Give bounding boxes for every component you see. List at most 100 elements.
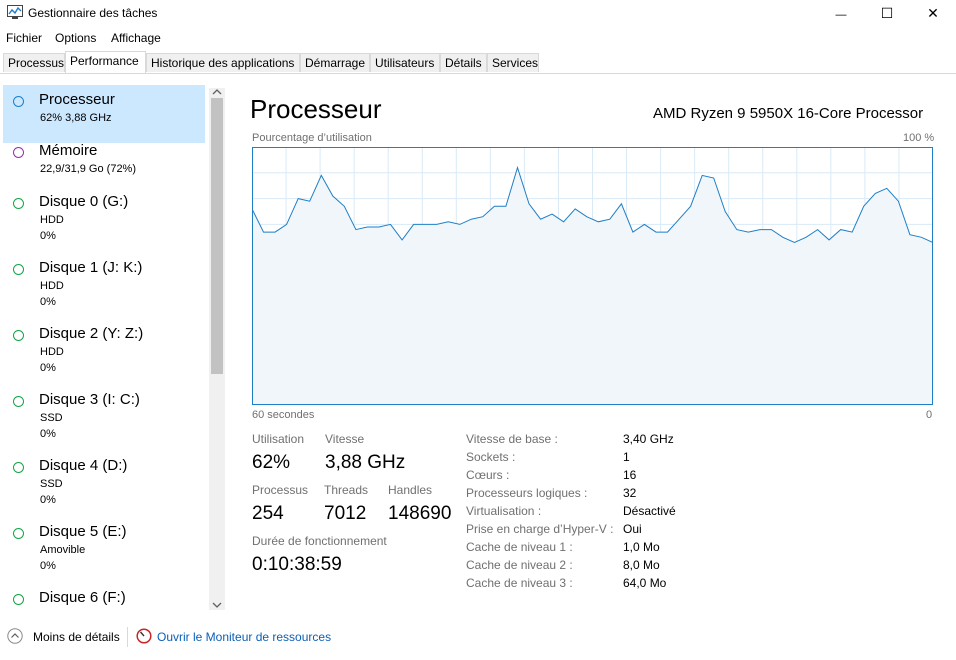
resource-memoire[interactable]: Mémoire 22,9/31,9 Go (72%) xyxy=(3,136,205,194)
spec-label: Virtualisation : xyxy=(466,504,542,518)
handles-value: 148690 xyxy=(388,503,452,524)
resource-type: HDD xyxy=(40,346,64,358)
resource-processeur[interactable]: Processeur 62% 3,88 GHz xyxy=(3,85,205,143)
scroll-down-icon[interactable] xyxy=(212,601,222,609)
scroll-up-icon[interactable] xyxy=(212,88,222,96)
spec-value: 1,0 Mo xyxy=(623,540,660,554)
resource-name: Mémoire xyxy=(39,142,98,159)
processeur-graph-icon xyxy=(13,96,24,107)
less-details-button[interactable]: Moins de détails xyxy=(33,630,120,644)
disque-graph-icon xyxy=(13,396,24,407)
threads-label: Threads xyxy=(324,483,369,497)
resource-name: Disque 5 (E:) xyxy=(39,523,127,540)
scrollbar-thumb[interactable] xyxy=(211,98,223,374)
spec-label: Sockets : xyxy=(466,450,516,464)
spec-label: Cœurs : xyxy=(466,468,510,482)
resource-monitor-link[interactable]: Ouvrir le Moniteur de ressources xyxy=(157,630,331,644)
resource-detail: 22,9/31,9 Go (72%) xyxy=(40,163,137,175)
graph-zero-label: 0 xyxy=(926,409,933,421)
spec-label: Cache de niveau 3 : xyxy=(466,576,573,590)
resource-type: HDD xyxy=(40,214,64,226)
resource-usage: 0% xyxy=(40,494,56,506)
task-manager-icon xyxy=(7,5,23,19)
uptime-label: Durée de fonctionnement xyxy=(252,534,387,548)
resource-detail: 62% 3,88 GHz xyxy=(40,112,112,124)
resource-monitor-icon xyxy=(136,628,152,644)
resource-usage: 0% xyxy=(40,560,56,572)
utilisation-value: 62% xyxy=(252,452,291,473)
spec-label: Cache de niveau 2 : xyxy=(466,558,573,572)
menu-fichier[interactable]: Fichier xyxy=(6,31,42,45)
spec-label: Cache de niveau 1 : xyxy=(466,540,573,554)
resource-disque-1[interactable]: Disque 1 (J: K:) HDD 0% xyxy=(3,253,205,311)
spec-value: 16 xyxy=(623,468,637,482)
processus-label: Processus xyxy=(252,483,309,497)
spec-value: 8,0 Mo xyxy=(623,558,660,572)
minimize-button[interactable]: — xyxy=(818,0,864,26)
resource-usage: 0% xyxy=(40,296,56,308)
menu-options[interactable]: Options xyxy=(55,31,96,45)
disque-graph-icon xyxy=(13,462,24,473)
spec-value: 32 xyxy=(623,486,637,500)
vitesse-value: 3,88 GHz xyxy=(325,452,406,473)
tab-historique[interactable]: Historique des applications xyxy=(146,53,300,72)
footer-separator xyxy=(127,627,128,647)
minimize-icon: — xyxy=(835,9,847,21)
resource-name: Processeur xyxy=(39,91,115,108)
memoire-graph-icon xyxy=(13,147,24,158)
resource-usage: 0% xyxy=(40,428,56,440)
resource-disque-3[interactable]: Disque 3 (I: C:) SSD 0% xyxy=(3,385,205,443)
resource-name: Disque 6 (F:) xyxy=(39,589,126,606)
tab-details[interactable]: Détails xyxy=(440,53,487,72)
cpu-model: AMD Ryzen 9 5950X 16-Core Processor xyxy=(653,105,924,122)
graph-y-label: Pourcentage d’utilisation xyxy=(252,132,372,144)
tab-demarrage[interactable]: Démarrage xyxy=(300,53,370,72)
resource-disque-0[interactable]: Disque 0 (G:) HDD 0% xyxy=(3,187,205,245)
disque-graph-icon xyxy=(13,198,24,209)
collapse-icon[interactable] xyxy=(7,628,23,644)
maximize-icon: ☐ xyxy=(880,5,894,21)
tab-processus[interactable]: Processus xyxy=(3,53,65,72)
resource-disque-5[interactable]: Disque 5 (E:) Amovible 0% xyxy=(3,517,205,575)
disque-graph-icon xyxy=(13,330,24,341)
resource-name: Disque 2 (Y: Z:) xyxy=(39,325,144,342)
resource-disque-4[interactable]: Disque 4 (D:) SSD 0% xyxy=(3,451,205,509)
resource-disque-6[interactable]: Disque 6 (F:) xyxy=(3,583,205,613)
resource-type: SSD xyxy=(40,478,63,490)
resource-usage: 0% xyxy=(40,362,56,374)
menu-affichage[interactable]: Affichage xyxy=(111,31,161,45)
handles-label: Handles xyxy=(388,483,433,497)
disque-graph-icon xyxy=(13,594,24,605)
resource-type: HDD xyxy=(40,280,64,292)
processus-value: 254 xyxy=(252,503,284,524)
resource-type: Amovible xyxy=(40,544,86,556)
close-button[interactable]: ✕ xyxy=(910,0,956,26)
threads-value: 7012 xyxy=(324,503,367,524)
resource-name: Disque 4 (D:) xyxy=(39,457,128,474)
spec-value: 3,40 GHz xyxy=(623,432,674,446)
spec-label: Vitesse de base : xyxy=(466,432,558,446)
vitesse-label: Vitesse xyxy=(325,432,365,446)
spec-label: Prise en charge d’Hyper-V : xyxy=(466,522,614,536)
cpu-usage-graph xyxy=(252,147,933,405)
uptime-value: 0:10:38:59 xyxy=(252,554,342,575)
graph-time-label: 60 secondes xyxy=(252,409,315,421)
maximize-button[interactable]: ☐ xyxy=(864,0,910,26)
resource-name: Disque 0 (G:) xyxy=(39,193,129,210)
tab-utilisateurs[interactable]: Utilisateurs xyxy=(370,53,440,72)
spec-value: 1 xyxy=(623,450,630,464)
resource-type: SSD xyxy=(40,412,63,424)
resource-usage: 0% xyxy=(40,230,56,242)
utilisation-label: Utilisation xyxy=(252,432,305,446)
page-title: Processeur xyxy=(250,94,382,124)
window-title: Gestionnaire des tâches xyxy=(28,6,158,20)
disque-graph-icon xyxy=(13,528,24,539)
resource-disque-2[interactable]: Disque 2 (Y: Z:) HDD 0% xyxy=(3,319,205,377)
graph-max-label: 100 % xyxy=(903,132,935,144)
spec-value: Oui xyxy=(623,522,642,536)
close-icon: ✕ xyxy=(927,5,939,21)
spec-label: Processeurs logiques : xyxy=(466,486,588,500)
spec-value: 64,0 Mo xyxy=(623,576,667,590)
tab-services[interactable]: Services xyxy=(487,53,539,72)
tab-performance[interactable]: Performance xyxy=(65,51,146,73)
